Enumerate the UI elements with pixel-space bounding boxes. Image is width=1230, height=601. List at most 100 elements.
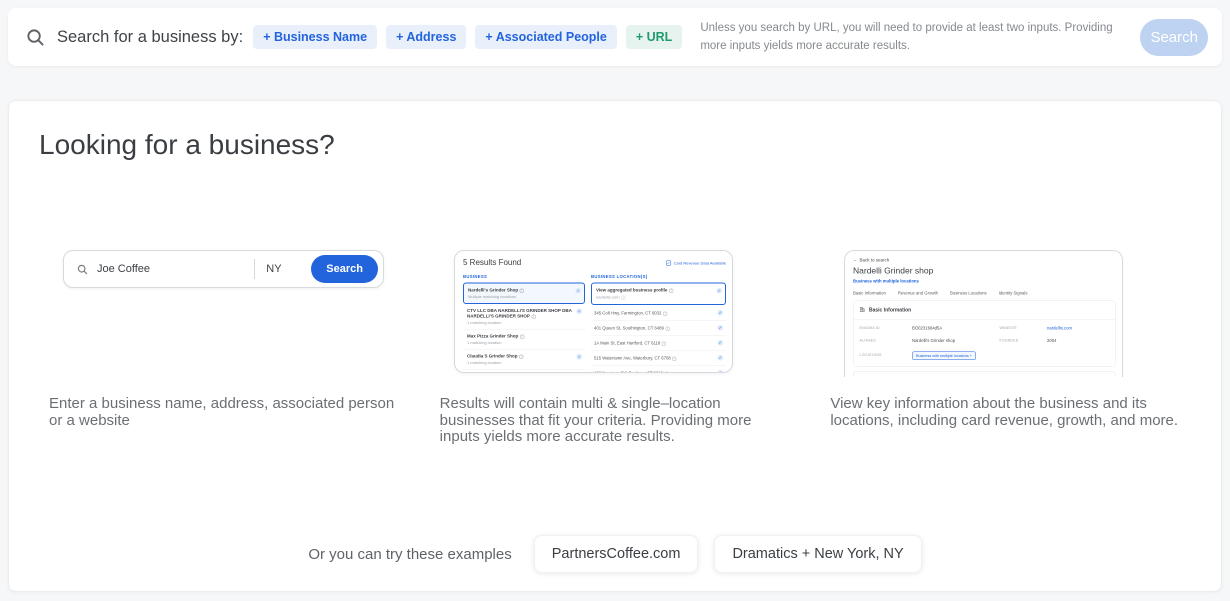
step-detail: ← Back to search Nardelli Grinder shop B… — [830, 250, 1181, 446]
info-icon: i — [672, 357, 677, 362]
result-location-row: 1A Main St, East Hartford, CT 6118i ✓ — [591, 336, 726, 351]
result-business-name: Max Pizza Grinder Shopi — [467, 334, 573, 340]
step-caption: Enter a business name, address, associat… — [49, 396, 400, 429]
search-helper-text: Unless you search by URL, you will need … — [700, 19, 1140, 55]
result-location-address: 345 Colt Hwy, Farmington, CT 6032 — [594, 311, 661, 316]
detail-field-value: 2004 — [1047, 338, 1110, 343]
card-revenue-toggle: ✓ Card Revenue Data Available — [666, 261, 726, 266]
step-search-input: Joe Coffee NY Search Enter a business na… — [49, 250, 400, 446]
search-button[interactable]: Search — [1140, 19, 1208, 56]
detail-tab: Business Locations — [950, 291, 987, 296]
example-dramatics-button[interactable]: Dramatics + New York, NY — [714, 535, 921, 573]
business-column-header: BUSINESS — [463, 274, 585, 279]
looking-for-business-card: Looking for a business? Joe Coffee NY Se… — [8, 100, 1222, 592]
result-business-sub: 1 matching location — [467, 341, 573, 346]
result-location-address: 401 Queen St, Southington, CT 6489 — [594, 326, 664, 331]
detail-tab: Identity Signals — [999, 291, 1028, 296]
chip-url[interactable]: + URL — [626, 25, 682, 49]
back-arrow-icon: ← — [853, 258, 858, 263]
result-business-row: Max Pizza Grinder Shopi1 matching locati… — [463, 329, 585, 349]
card-revenue-toggle-label: Card Revenue Data Available — [673, 261, 725, 266]
results-illustration: 5 Results Found ✓ Card Revenue Data Avai… — [440, 250, 791, 396]
mini-search-query: Joe Coffee — [97, 263, 254, 275]
detail-tab: Revenue and Growth — [898, 291, 938, 296]
result-business-name: Nardelli's Grinder Shopi — [468, 288, 572, 294]
mini-search-bar: Joe Coffee NY Search — [63, 250, 384, 288]
chip-associated-people[interactable]: + Associated People — [475, 25, 616, 49]
info-icon: i — [531, 315, 536, 320]
basic-information-card: Basic Information ENIGMA IDBO0231684d5AW… — [853, 301, 1116, 367]
result-business-row: CTV LLC DBA NARDELLI'S GRINDER SHOP DBA … — [463, 304, 585, 329]
back-to-search-link: ← Back to search — [853, 258, 1116, 263]
result-business-sub: 1 matching location — [467, 361, 573, 366]
page-title: Looking for a business? — [39, 129, 335, 161]
check-icon: ✓ — [717, 310, 723, 316]
search-input-chips: + Business Name + Address + Associated P… — [253, 25, 682, 49]
result-business-row: Patsy S Grinder Shopi✓ — [463, 369, 585, 373]
business-name-title: Nardelli Grinder shop — [853, 266, 1116, 276]
info-icon: i — [621, 296, 626, 301]
basic-information-fields: ENIGMA IDBO0231684d5AWEBSITEnardellis.co… — [854, 320, 1116, 367]
search-illustration: Joe Coffee NY Search — [49, 250, 400, 396]
check-icon: ✓ — [717, 355, 723, 361]
mini-search-location: NY — [255, 263, 311, 275]
detail-field-label: LOCATIONS — [860, 354, 913, 358]
examples-label: Or you can try these examples — [308, 546, 511, 563]
mini-search-button: Search — [311, 255, 378, 283]
mini-results-screenshot: 5 Results Found ✓ Card Revenue Data Avai… — [454, 250, 733, 373]
search-icon — [26, 28, 45, 47]
info-icon: i — [519, 289, 524, 294]
result-business-row: Nardelli's Grinder ShopiMultiple matchin… — [463, 283, 585, 305]
top-search-bar: Search for a business by: + Business Nam… — [8, 8, 1222, 66]
locations-chip: Business with multiple locations + — [912, 352, 976, 361]
checkbox-icon: ✓ — [666, 261, 671, 266]
detail-field-value: Business with multiple locations + — [912, 351, 1000, 361]
chip-address[interactable]: + Address — [386, 25, 466, 49]
locations-column-header: BUSINESS LOCATION(S) — [591, 274, 726, 279]
info-icon: i — [661, 342, 666, 347]
check-icon: ✓ — [717, 325, 723, 331]
examples-row: Or you can try these examples PartnersCo… — [9, 535, 1221, 573]
step-caption: View key information about the business … — [830, 396, 1181, 429]
check-icon: ✓ — [576, 309, 582, 315]
info-icon: i — [669, 289, 674, 294]
results-count: 5 Results Found — [463, 259, 521, 268]
results-location-list: 345 Colt Hwy, Farmington, CT 6032i✓401 Q… — [591, 306, 726, 373]
result-location-row: 515 Watertown Ave, Waterbury, CT 6708i ✓ — [591, 351, 726, 366]
detail-field-label: FOUNDED — [1000, 339, 1048, 343]
detail-field-label: ENIGMA ID — [860, 326, 913, 330]
detail-field-label: ALIASES — [860, 339, 913, 343]
chip-business-name[interactable]: + Business Name — [253, 25, 377, 49]
check-icon: ✓ — [576, 354, 582, 360]
detail-tabs: Basic Information Revenue and Growth Busin… — [853, 291, 1116, 296]
info-icon: i — [663, 312, 668, 317]
aggregated-profile-title: View aggregated business profilei — [596, 288, 713, 294]
check-icon: ✓ — [717, 340, 723, 346]
result-location-row: 345 Colt Hwy, Farmington, CT 6032i ✓ — [591, 306, 726, 321]
info-icon: i — [664, 372, 669, 374]
result-business-row: Claudia S Grinder Shopi1 matching locati… — [463, 349, 585, 369]
info-icon: i — [519, 335, 524, 340]
result-business-name: CTV LLC DBA NARDELLI'S GRINDER SHOP DBA … — [467, 308, 573, 319]
mini-detail-screenshot: ← Back to search Nardelli Grinder shop B… — [844, 250, 1123, 377]
result-location-address: 515 Watertown Ave, Waterbury, CT 6708 — [594, 356, 671, 361]
detail-field-value: BO0231684d5A — [912, 326, 1000, 331]
basic-information-title: Basic Information — [869, 307, 911, 313]
results-business-list: Nardelli's Grinder ShopiMultiple matchin… — [463, 283, 585, 374]
result-business-sub: Multiple matching locations — [468, 295, 572, 300]
magnifier-icon — [77, 264, 88, 275]
check-icon: ✓ — [575, 288, 581, 294]
step-results: 5 Results Found ✓ Card Revenue Data Avai… — [440, 250, 791, 446]
result-location-row: 100 Newtown Rd, Danbury, CT 6810i✓ — [591, 366, 726, 374]
building-icon — [860, 307, 866, 314]
result-location-row: 401 Queen St, Southington, CT 6489i✓ — [591, 321, 726, 336]
example-partnerscoffee-button[interactable]: PartnersCoffee.com — [534, 535, 699, 573]
result-business-name: Claudia S Grinder Shopi — [467, 354, 573, 360]
step-caption: Results will contain multi & single–loca… — [440, 396, 791, 446]
next-card-cutoff — [853, 371, 1116, 377]
multiple-locations-link: Business with multiple locations — [853, 279, 1116, 284]
detail-tab: Basic Information — [853, 291, 886, 296]
check-icon: ✓ — [717, 370, 723, 373]
onboarding-steps: Joe Coffee NY Search Enter a business na… — [49, 250, 1181, 446]
result-location-address: 1A Main St, East Hartford, CT 6118 — [594, 341, 660, 346]
